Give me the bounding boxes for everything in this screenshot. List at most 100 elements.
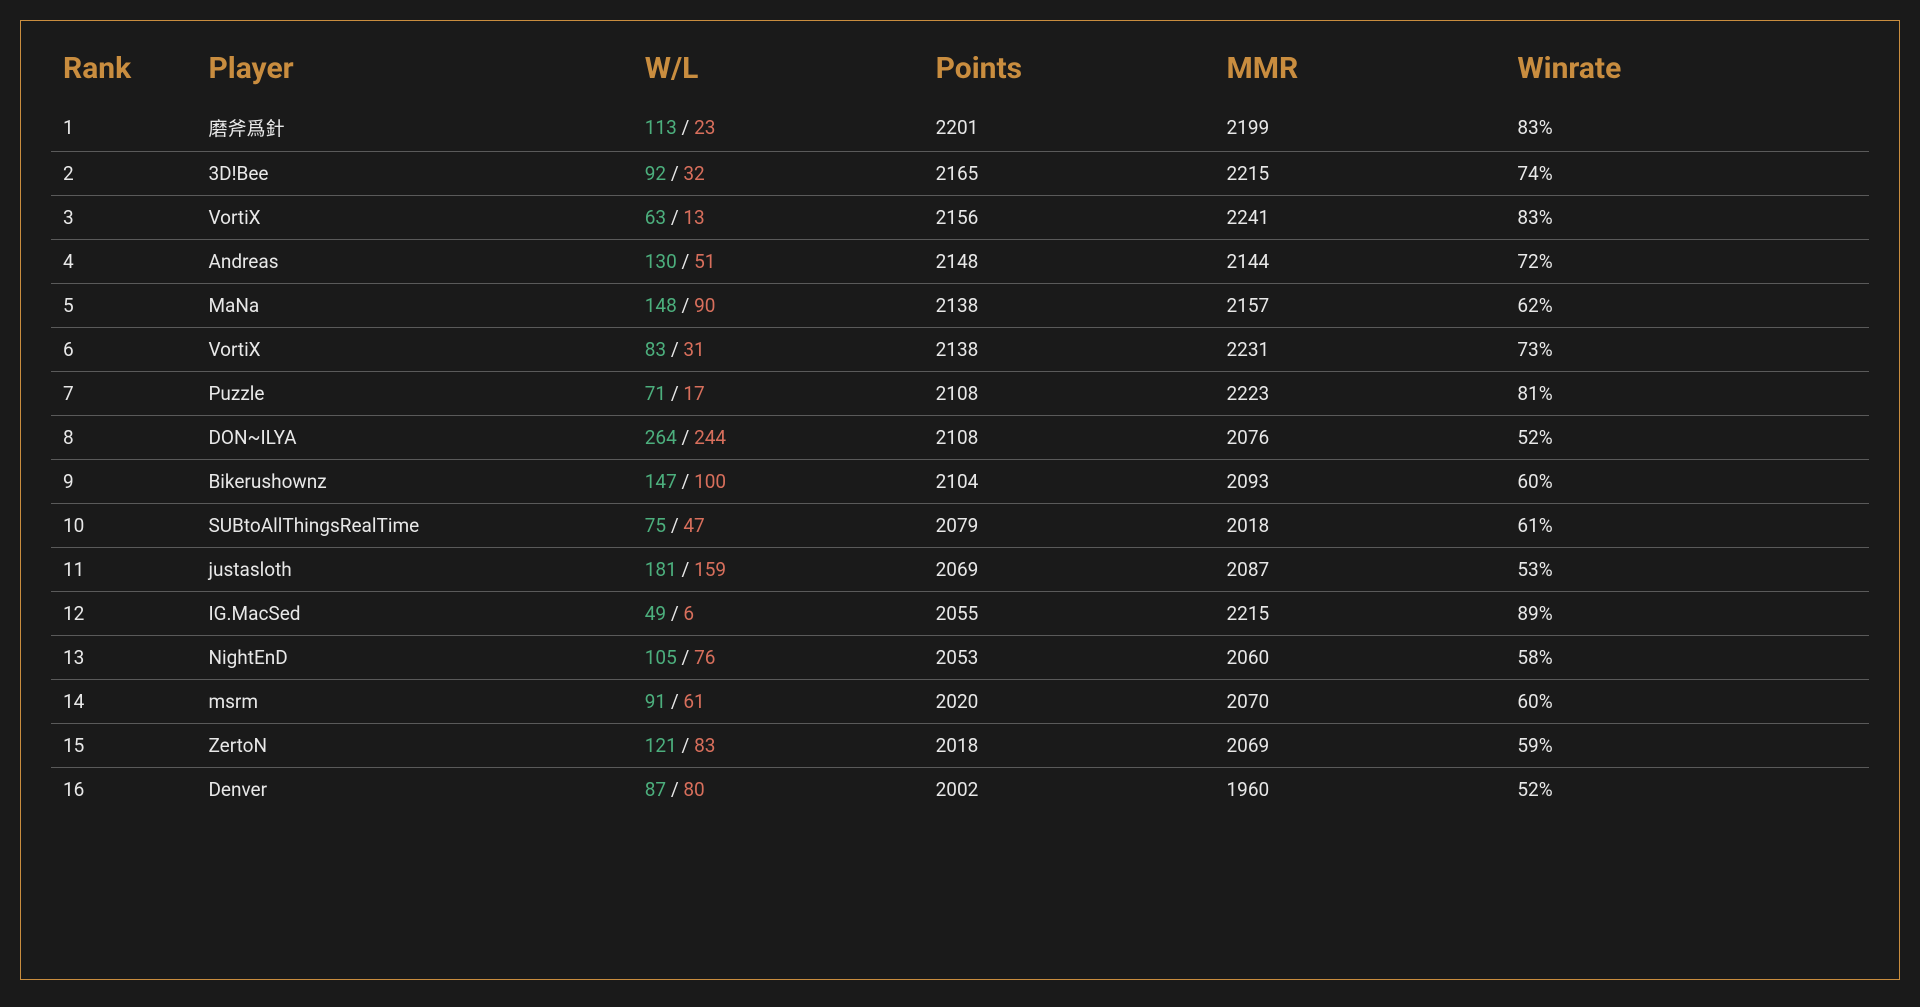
wl-separator: / (677, 294, 694, 317)
table-row[interactable]: 13NightEnD105 / 762053206058% (51, 636, 1869, 680)
losses-value: 32 (683, 162, 704, 185)
wins-value: 121 (645, 734, 677, 757)
table-row[interactable]: 3VortiX63 / 132156224183% (51, 196, 1869, 240)
table-row[interactable]: 5MaNa148 / 902138215762% (51, 284, 1869, 328)
wl-separator: / (666, 778, 683, 801)
cell-winrate: 83% (1505, 104, 1869, 152)
cell-wl: 147 / 100 (633, 460, 924, 504)
table-row[interactable]: 10SUBtoAllThingsRealTime75 / 47207920186… (51, 504, 1869, 548)
losses-value: 6 (683, 602, 694, 625)
cell-rank: 3 (51, 196, 196, 240)
table-row[interactable]: 12IG.MacSed49 / 62055221589% (51, 592, 1869, 636)
wins-value: 147 (645, 470, 677, 493)
wl-separator: / (666, 690, 683, 713)
table-row[interactable]: 11justasloth181 / 1592069208753% (51, 548, 1869, 592)
table-row[interactable]: 8DON~ILYA264 / 2442108207652% (51, 416, 1869, 460)
cell-player[interactable]: VortiX (196, 196, 632, 240)
cell-points: 2148 (924, 240, 1215, 284)
cell-winrate: 73% (1505, 328, 1869, 372)
wl-separator: / (677, 734, 694, 757)
table-row[interactable]: 23D!Bee92 / 322165221574% (51, 152, 1869, 196)
cell-player[interactable]: Puzzle (196, 372, 632, 416)
table-row[interactable]: 14msrm91 / 612020207060% (51, 680, 1869, 724)
cell-mmr: 2093 (1215, 460, 1506, 504)
table-row[interactable]: 4Andreas130 / 512148214472% (51, 240, 1869, 284)
cell-rank: 7 (51, 372, 196, 416)
cell-winrate: 53% (1505, 548, 1869, 592)
wl-separator: / (677, 250, 694, 273)
cell-player[interactable]: 磨斧爲針 (196, 104, 632, 152)
losses-value: 76 (694, 646, 715, 669)
cell-wl: 75 / 47 (633, 504, 924, 548)
cell-player[interactable]: VortiX (196, 328, 632, 372)
cell-wl: 181 / 159 (633, 548, 924, 592)
cell-points: 2138 (924, 328, 1215, 372)
cell-player[interactable]: justasloth (196, 548, 632, 592)
cell-player[interactable]: Denver (196, 768, 632, 812)
cell-points: 2018 (924, 724, 1215, 768)
wl-separator: / (677, 426, 694, 449)
cell-player[interactable]: MaNa (196, 284, 632, 328)
wins-value: 264 (645, 426, 677, 449)
losses-value: 80 (683, 778, 704, 801)
cell-player[interactable]: Bikerushownz (196, 460, 632, 504)
cell-wl: 91 / 61 (633, 680, 924, 724)
cell-wl: 148 / 90 (633, 284, 924, 328)
wins-value: 49 (645, 602, 666, 625)
header-mmr[interactable]: MMR (1215, 41, 1506, 104)
table-row[interactable]: 9Bikerushownz147 / 1002104209360% (51, 460, 1869, 504)
cell-wl: 121 / 83 (633, 724, 924, 768)
cell-points: 2053 (924, 636, 1215, 680)
cell-points: 2108 (924, 372, 1215, 416)
header-rank[interactable]: Rank (51, 41, 196, 104)
cell-points: 2108 (924, 416, 1215, 460)
cell-winrate: 61% (1505, 504, 1869, 548)
header-wl[interactable]: W/L (633, 41, 924, 104)
cell-winrate: 83% (1505, 196, 1869, 240)
cell-points: 2104 (924, 460, 1215, 504)
wins-value: 87 (645, 778, 666, 801)
cell-player[interactable]: SUBtoAllThingsRealTime (196, 504, 632, 548)
cell-player[interactable]: NightEnD (196, 636, 632, 680)
wl-separator: / (666, 382, 683, 405)
cell-mmr: 2070 (1215, 680, 1506, 724)
cell-mmr: 2215 (1215, 152, 1506, 196)
losses-value: 159 (694, 558, 726, 581)
wins-value: 71 (645, 382, 666, 405)
cell-player[interactable]: Andreas (196, 240, 632, 284)
cell-rank: 10 (51, 504, 196, 548)
wins-value: 83 (645, 338, 666, 361)
leaderboard-table: Rank Player W/L Points MMR Winrate 1磨斧爲針… (51, 41, 1869, 811)
wins-value: 148 (645, 294, 677, 317)
header-winrate[interactable]: Winrate (1505, 41, 1869, 104)
cell-mmr: 2076 (1215, 416, 1506, 460)
table-row[interactable]: 16Denver87 / 802002196052% (51, 768, 1869, 812)
cell-points: 2165 (924, 152, 1215, 196)
losses-value: 17 (683, 382, 704, 405)
cell-points: 2020 (924, 680, 1215, 724)
cell-player[interactable]: ZertoN (196, 724, 632, 768)
cell-rank: 4 (51, 240, 196, 284)
header-points[interactable]: Points (924, 41, 1215, 104)
cell-rank: 15 (51, 724, 196, 768)
wl-separator: / (677, 646, 694, 669)
wl-separator: / (666, 602, 683, 625)
cell-wl: 264 / 244 (633, 416, 924, 460)
cell-mmr: 2199 (1215, 104, 1506, 152)
cell-wl: 87 / 80 (633, 768, 924, 812)
wins-value: 75 (645, 514, 666, 537)
losses-value: 100 (694, 470, 726, 493)
table-row[interactable]: 15ZertoN121 / 832018206959% (51, 724, 1869, 768)
header-player[interactable]: Player (196, 41, 632, 104)
cell-player[interactable]: 3D!Bee (196, 152, 632, 196)
wl-separator: / (666, 162, 683, 185)
losses-value: 83 (694, 734, 715, 757)
table-row[interactable]: 7Puzzle71 / 172108222381% (51, 372, 1869, 416)
cell-points: 2079 (924, 504, 1215, 548)
cell-player[interactable]: DON~ILYA (196, 416, 632, 460)
cell-rank: 1 (51, 104, 196, 152)
table-row[interactable]: 6VortiX83 / 312138223173% (51, 328, 1869, 372)
cell-player[interactable]: msrm (196, 680, 632, 724)
cell-player[interactable]: IG.MacSed (196, 592, 632, 636)
table-row[interactable]: 1磨斧爲針113 / 232201219983% (51, 104, 1869, 152)
